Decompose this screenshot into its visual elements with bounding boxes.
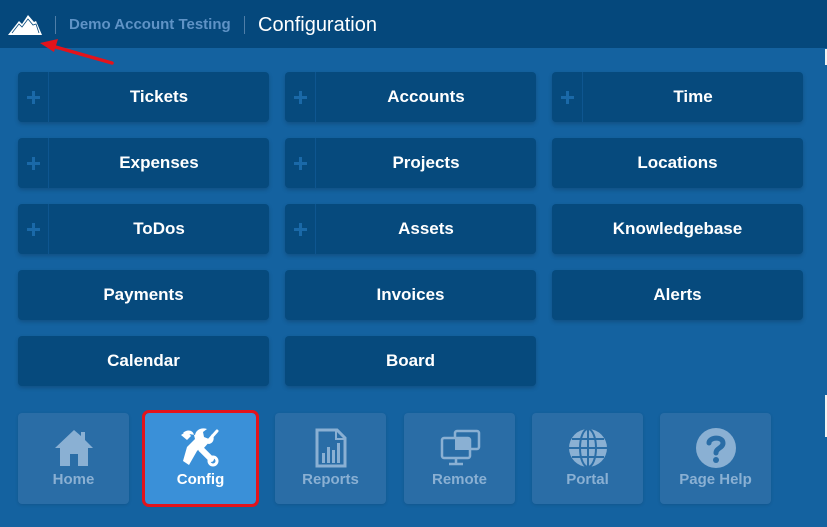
tile-tickets[interactable]: Tickets [18,72,269,122]
tile-accounts[interactable]: Accounts [285,72,536,122]
tile-todos[interactable]: ToDos [18,204,269,254]
tile-assets[interactable]: Assets [285,204,536,254]
add-todos-button[interactable] [18,204,49,254]
tile-label: Invoices [376,285,445,304]
page-title: Configuration [258,14,377,36]
nav-reports-button[interactable]: Reports [275,413,386,504]
tile-calendar[interactable]: Calendar [18,336,269,386]
globe-icon [568,428,607,468]
plus-icon [293,90,307,104]
tile-label: Assets [398,219,454,238]
nav-label: Reports [302,471,359,488]
plus-icon [293,156,307,170]
nav-label: Page Help [679,471,752,488]
account-name[interactable]: Demo Account Testing [69,16,231,33]
nav-portal-button[interactable]: Portal [532,413,643,504]
tile-projects[interactable]: Projects [285,138,536,188]
remote-monitors-icon [440,429,480,466]
add-projects-button[interactable] [285,138,316,188]
report-icon [315,428,346,468]
tile-label: Calendar [107,351,180,370]
tile-label: Knowledgebase [612,219,743,238]
tile-label: Projects [392,153,460,172]
plus-icon [26,222,40,236]
tile-label: Time [673,87,713,106]
add-assets-button[interactable] [285,204,316,254]
tile-locations[interactable]: Locations [552,138,803,188]
top-header: Demo Account Testing Configuration [0,0,827,48]
tile-expenses[interactable]: Expenses [18,138,269,188]
header-divider [244,16,245,34]
add-accounts-button[interactable] [285,72,316,122]
tile-label: Locations [637,153,718,172]
tile-payments[interactable]: Payments [18,270,269,320]
nav-label: Remote [431,471,487,488]
tile-invoices[interactable]: Invoices [285,270,536,320]
tile-label: Alerts [653,285,702,304]
tile-time[interactable]: Time [552,72,803,122]
nav-label: Config [176,471,225,488]
add-time-button[interactable] [552,72,583,122]
tools-icon [180,428,218,467]
home-icon [54,430,93,466]
nav-label: Portal [566,471,609,488]
add-tickets-button[interactable] [18,72,49,122]
tile-label: ToDos [133,219,185,238]
tile-label: Accounts [387,87,465,106]
plus-icon [26,156,40,170]
tile-label: Payments [103,285,184,304]
tile-label: Board [385,351,436,370]
nav-home-button[interactable]: Home [18,413,129,504]
tile-label: Tickets [129,87,189,106]
add-expenses-button[interactable] [18,138,49,188]
tile-board[interactable]: Board [285,336,536,386]
plus-icon [560,90,574,104]
header-divider [55,16,56,34]
tile-alerts[interactable]: Alerts [552,270,803,320]
tile-label: Expenses [119,153,199,172]
help-icon [695,428,736,468]
nav-page-help-button[interactable]: Page Help [660,413,771,504]
nav-label: Home [52,471,95,488]
plus-icon [26,90,40,104]
tile-knowledgebase[interactable]: Knowledgebase [552,204,803,254]
nav-remote-button[interactable]: Remote [404,413,515,504]
nav-config-button[interactable]: Config [142,410,259,507]
plus-icon [293,222,307,236]
mountain-logo-icon[interactable] [8,13,42,35]
